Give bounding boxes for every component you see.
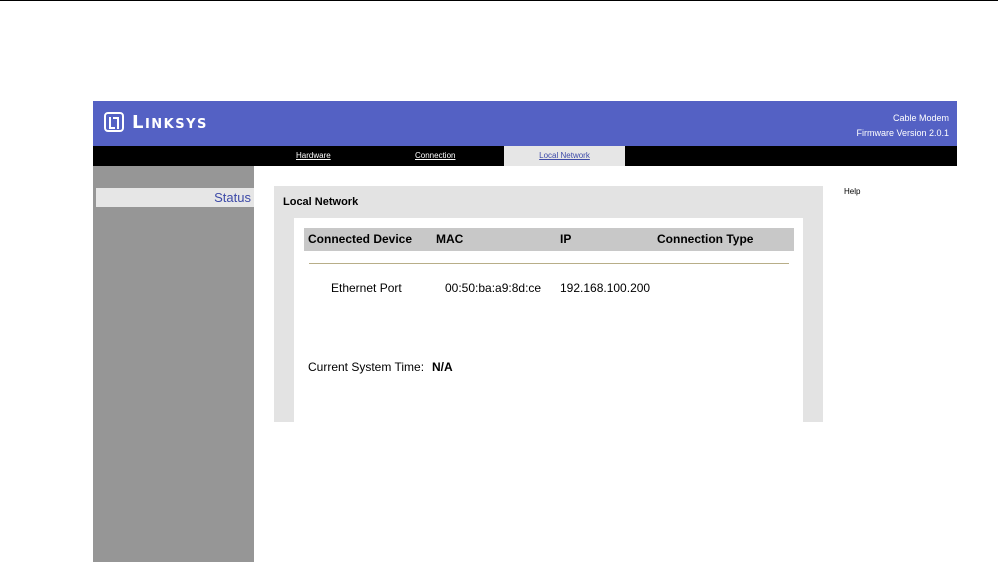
- linksys-logo-icon: [104, 112, 124, 132]
- local-network-panel: Local Network Connected Device MAC IP Co…: [274, 186, 823, 422]
- brand-name: Linksys: [132, 111, 208, 133]
- table-divider: [309, 263, 789, 264]
- tab-hardware[interactable]: Hardware: [296, 146, 331, 166]
- cell-ip: 192.168.100.200: [560, 281, 651, 295]
- help-link[interactable]: Help: [844, 187, 860, 196]
- system-time-value: N/A: [432, 360, 453, 374]
- column-header-connection-type: Connection Type: [657, 232, 754, 246]
- sidebar-item-status[interactable]: Status: [96, 188, 254, 207]
- column-header-connected-device: Connected Device: [308, 232, 413, 246]
- linksys-logo: Linksys: [104, 111, 208, 133]
- cell-mac: 00:50:ba:a9:8d:ce: [445, 281, 542, 295]
- firmware-version: Firmware Version 2.0.1: [856, 128, 949, 138]
- product-name: Cable Modem: [892, 113, 949, 123]
- sidebar: Status: [93, 166, 254, 562]
- top-rule: [0, 0, 998, 1]
- column-header-mac: MAC: [436, 232, 464, 246]
- page-title: Local Network: [283, 196, 359, 208]
- content-box: Connected Device MAC IP Connection Type …: [294, 218, 803, 422]
- table-header: Connected Device MAC IP Connection Type: [304, 228, 794, 251]
- cell-device: Ethernet Port: [331, 281, 402, 295]
- header-banner: Linksys Cable Modem Firmware Version 2.0…: [93, 101, 957, 146]
- top-nav: Hardware Connection Local Network: [93, 146, 957, 166]
- product-info: Cable Modem Firmware Version 2.0.1: [856, 111, 949, 141]
- column-header-ip: IP: [560, 232, 572, 246]
- tab-connection[interactable]: Connection: [415, 146, 455, 166]
- tab-local-network[interactable]: Local Network: [504, 146, 625, 166]
- system-time-label: Current System Time:: [308, 360, 425, 374]
